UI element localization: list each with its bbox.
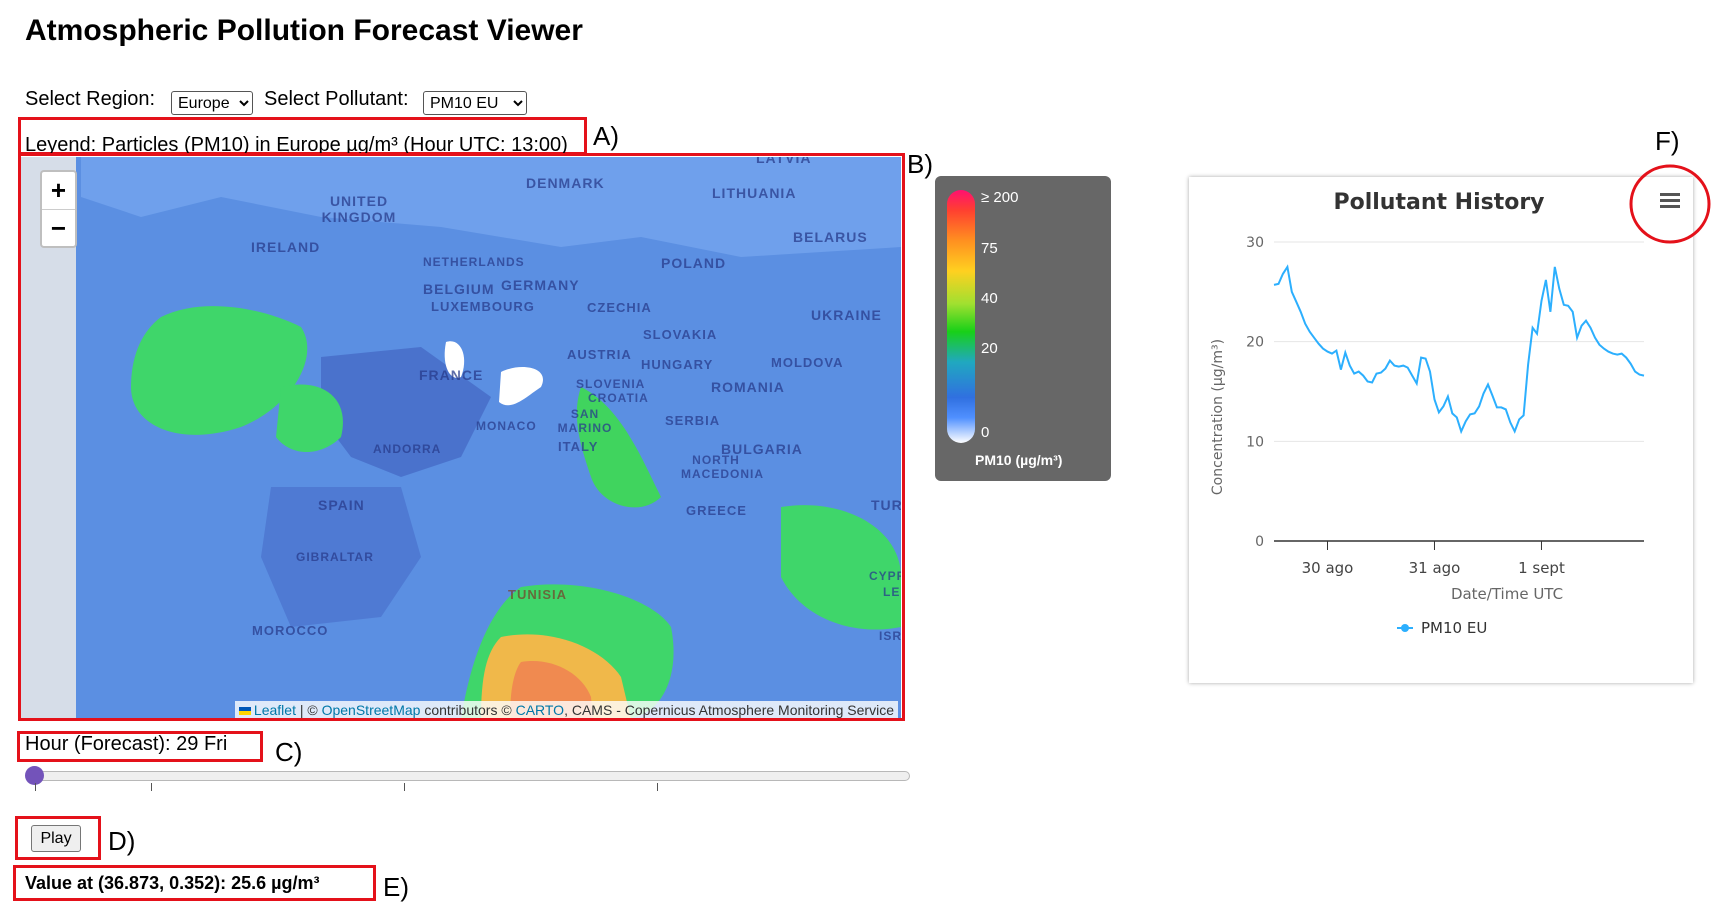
annotation-c: C) bbox=[275, 737, 303, 767]
y-tick-label: 30 bbox=[1246, 235, 1264, 251]
colorbar-tick: 40 bbox=[981, 290, 998, 307]
colorbar-gradient bbox=[947, 190, 975, 443]
slider-tick bbox=[404, 783, 405, 791]
chart-grid bbox=[1274, 241, 1644, 542]
hour-slider-track[interactable] bbox=[35, 771, 910, 781]
x-tick-label: 31 ago bbox=[1409, 559, 1461, 577]
region-label: Select Region: bbox=[25, 88, 156, 110]
annotation-e: E) bbox=[383, 872, 409, 902]
legend-label: PM10 EU bbox=[1421, 619, 1487, 637]
annotation-d: D) bbox=[108, 826, 136, 856]
annotation-b: B) bbox=[907, 149, 933, 179]
x-tick-label: 30 ago bbox=[1302, 559, 1354, 577]
y-tick-label: 20 bbox=[1246, 335, 1264, 351]
history-chart: Pollutant History Concentration (µg/m³) … bbox=[1210, 190, 1680, 637]
colorbar-tick: 20 bbox=[981, 340, 998, 357]
colorbar-tick: 75 bbox=[981, 240, 998, 257]
y-tick-label: 0 bbox=[1255, 534, 1264, 550]
y-tick-label: 10 bbox=[1246, 434, 1264, 450]
colorbar-title: PM10 (µg/m³) bbox=[975, 452, 1063, 468]
region-select[interactable]: Europe bbox=[171, 91, 253, 115]
x-tick-label: 1 sept bbox=[1518, 559, 1565, 577]
legend-marker bbox=[1401, 624, 1409, 632]
chart-title: Pollutant History bbox=[1333, 190, 1544, 215]
annotation-circle-f bbox=[1629, 164, 1711, 244]
annotation-a: A) bbox=[593, 121, 619, 151]
value-readout: Value at (36.873, 0.352): 25.6 µg/m³ bbox=[25, 873, 320, 893]
colorbar-tick: 0 bbox=[981, 424, 990, 441]
x-axis-label: Date/Time UTC bbox=[1451, 585, 1563, 603]
hour-label: Hour (Forecast): 29 Fri bbox=[25, 733, 228, 755]
slider-tick bbox=[35, 783, 36, 791]
annotation-box-b bbox=[18, 153, 905, 721]
series-line-pm10[interactable] bbox=[1273, 264, 1645, 435]
pollutant-label: Select Pollutant: bbox=[264, 88, 409, 110]
colorbar-tick: ≥ 200 bbox=[981, 189, 1019, 206]
chart-series bbox=[1273, 264, 1645, 435]
slider-tick bbox=[151, 783, 152, 791]
y-axis-label: Concentration (µg/m³) bbox=[1210, 339, 1226, 495]
pollutant-select[interactable]: PM10 EU bbox=[423, 91, 527, 115]
chart-legend[interactable]: PM10 EU bbox=[1397, 619, 1487, 637]
slider-tick bbox=[657, 783, 658, 791]
page-title: Atmospheric Pollution Forecast Viewer bbox=[25, 14, 583, 47]
history-chart-panel: Pollutant History Concentration (µg/m³) … bbox=[1189, 177, 1693, 683]
chart-axis-ticks: 0 10 20 30 30 ago 31 ago 1 sept bbox=[1246, 235, 1565, 577]
annotation-f: F) bbox=[1655, 126, 1680, 156]
play-button[interactable]: Play bbox=[31, 825, 81, 852]
